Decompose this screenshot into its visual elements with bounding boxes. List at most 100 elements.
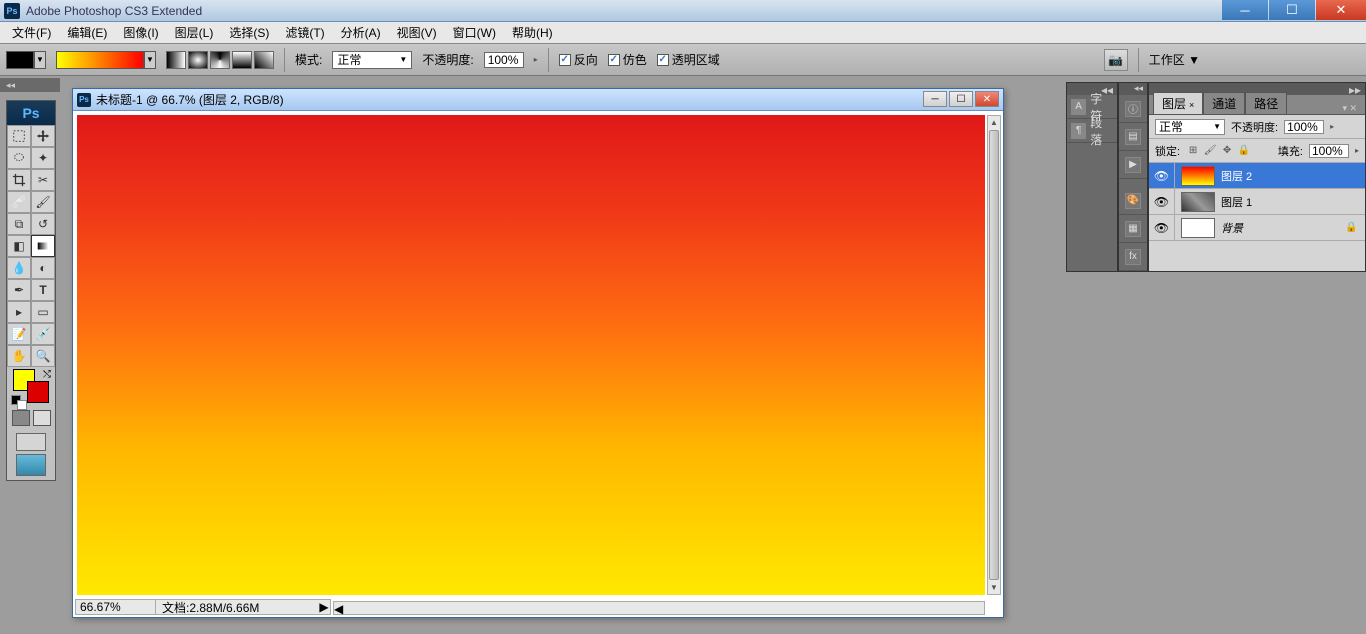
menu-select[interactable]: 选择(S) <box>221 22 277 43</box>
screen-mode-button[interactable] <box>16 433 46 451</box>
dodge-tool[interactable]: ◐ <box>31 257 55 279</box>
workspace-menu[interactable]: 工作区 ▼ <box>1149 51 1360 68</box>
toolbox-collapse-bar[interactable]: ◂◂ <box>0 78 60 92</box>
pen-tool[interactable]: ✒ <box>7 279 31 301</box>
visibility-toggle-icon[interactable]: 👁 <box>1149 215 1175 240</box>
clone-stamp-tool[interactable]: ⧉ <box>7 213 31 235</box>
blend-mode-select[interactable]: 正常▼ <box>332 51 412 69</box>
menu-edit[interactable]: 编辑(E) <box>59 22 115 43</box>
standard-mode-button[interactable] <box>12 410 30 426</box>
shape-tool[interactable]: ▭ <box>31 301 55 323</box>
menu-help[interactable]: 帮助(H) <box>504 22 561 43</box>
vertical-scrollbar[interactable]: ▲ ▼ <box>987 115 1001 595</box>
swap-colors-icon[interactable]: ⤭ <box>43 369 51 380</box>
minimize-button[interactable]: ─ <box>1222 0 1268 20</box>
styles-panel-button[interactable]: fx <box>1119 243 1147 271</box>
type-tool[interactable]: T <box>31 279 55 301</box>
layer-name[interactable]: 背景 <box>1221 220 1345 236</box>
slice-tool[interactable]: ✂ <box>31 169 55 191</box>
layer-thumbnail[interactable] <box>1181 166 1215 186</box>
opacity-slider-icon[interactable]: ▸ <box>1330 122 1334 131</box>
magic-wand-tool[interactable]: ✦ <box>31 147 55 169</box>
tab-layers[interactable]: 图层× <box>1153 92 1203 114</box>
move-tool[interactable] <box>31 125 55 147</box>
gradient-tool[interactable] <box>31 235 55 257</box>
document-info[interactable]: 文档:2.88M/6.66M <box>156 599 318 616</box>
layer-blend-mode-select[interactable]: 正常▼ <box>1155 119 1225 135</box>
menu-view[interactable]: 视图(V) <box>389 22 445 43</box>
eraser-tool[interactable]: ◧ <box>7 235 31 257</box>
icon-dock-collapse[interactable]: ◂◂ <box>1119 83 1147 95</box>
menu-filter[interactable]: 滤镜(T) <box>277 22 332 43</box>
layer-name[interactable]: 图层 1 <box>1221 194 1365 210</box>
swatches-panel-button[interactable]: ▦ <box>1119 215 1147 243</box>
layer-row[interactable]: 👁 图层 1 <box>1149 189 1365 215</box>
doc-minimize-button[interactable]: ─ <box>923 91 947 107</box>
panel-menu-icon[interactable]: ▾ ✕ <box>1338 103 1361 114</box>
navigator-panel-button[interactable]: ⓘ <box>1119 95 1147 123</box>
lock-position-icon[interactable]: ✥ <box>1220 144 1234 158</box>
layer-thumbnail[interactable] <box>1181 218 1215 238</box>
layer-row[interactable]: 👁 背景 🔒 <box>1149 215 1365 241</box>
marquee-tool[interactable] <box>7 125 31 147</box>
lasso-tool[interactable] <box>7 147 31 169</box>
zoom-tool[interactable]: 🔍 <box>31 345 55 367</box>
tool-preset-icon[interactable] <box>6 51 34 69</box>
gradient-radial-button[interactable] <box>188 51 208 69</box>
tool-preset-dropdown[interactable]: ▼ <box>34 51 46 69</box>
tab-channels[interactable]: 通道 <box>1203 92 1245 114</box>
document-titlebar[interactable]: Ps 未标题-1 @ 66.7% (图层 2, RGB/8) ─ ☐ ✕ <box>73 89 1003 111</box>
gradient-reflected-button[interactable] <box>232 51 252 69</box>
gradient-diamond-button[interactable] <box>254 51 274 69</box>
healing-brush-tool[interactable]: 🩹 <box>7 191 31 213</box>
maximize-button[interactable]: ☐ <box>1269 0 1315 20</box>
scroll-up-icon[interactable]: ▲ <box>988 116 1000 129</box>
layer-opacity-input[interactable]: 100% <box>1284 120 1324 134</box>
dither-checkbox[interactable]: ✓仿色 <box>608 51 647 68</box>
color-panel-button[interactable]: 🎨 <box>1119 187 1147 215</box>
opacity-flyout-icon[interactable]: ▸ <box>534 55 538 64</box>
quickmask-mode-button[interactable] <box>33 410 51 426</box>
doc-close-button[interactable]: ✕ <box>975 91 999 107</box>
brush-tool[interactable]: 🖌 <box>31 191 55 213</box>
menu-image[interactable]: 图像(I) <box>115 22 166 43</box>
lock-all-icon[interactable]: 🔒 <box>1237 144 1251 158</box>
menu-window[interactable]: 窗口(W) <box>445 22 504 43</box>
fill-slider-icon[interactable]: ▸ <box>1355 146 1359 155</box>
layer-name[interactable]: 图层 2 <box>1221 168 1365 184</box>
gradient-preview[interactable] <box>56 51 144 69</box>
layer-row[interactable]: 👁 图层 2 <box>1149 163 1365 189</box>
menu-analysis[interactable]: 分析(A) <box>333 22 389 43</box>
close-button[interactable]: ✕ <box>1316 0 1366 20</box>
status-flyout-icon[interactable]: ▶ <box>318 600 330 614</box>
eyedropper-tool[interactable]: 💉 <box>31 323 55 345</box>
layer-thumbnail[interactable] <box>1181 192 1215 212</box>
reverse-checkbox[interactable]: ✓反向 <box>559 51 598 68</box>
scroll-left-icon[interactable]: ◀ <box>334 602 347 616</box>
gradient-picker-dropdown[interactable]: ▼ <box>144 51 156 69</box>
background-color[interactable] <box>27 381 49 403</box>
visibility-toggle-icon[interactable]: 👁 <box>1149 189 1175 214</box>
change-screen-button[interactable] <box>16 454 46 476</box>
menu-file[interactable]: 文件(F) <box>4 22 59 43</box>
opacity-input[interactable]: 100% <box>484 52 524 68</box>
path-select-tool[interactable]: ▸ <box>7 301 31 323</box>
crop-tool[interactable] <box>7 169 31 191</box>
blur-tool[interactable]: 💧 <box>7 257 31 279</box>
paragraph-panel-button[interactable]: ¶ 段落 <box>1067 119 1117 143</box>
tab-paths[interactable]: 路径 <box>1245 92 1287 114</box>
doc-maximize-button[interactable]: ☐ <box>949 91 973 107</box>
menu-layer[interactable]: 图层(L) <box>167 22 222 43</box>
lock-pixels-icon[interactable]: 🖌 <box>1203 144 1217 158</box>
scroll-thumb[interactable] <box>989 130 999 580</box>
visibility-toggle-icon[interactable]: 👁 <box>1149 163 1175 188</box>
history-panel-button[interactable]: ▶ <box>1119 151 1147 179</box>
history-brush-tool[interactable]: ↺ <box>31 213 55 235</box>
bridge-button[interactable]: 📷 <box>1104 49 1128 71</box>
zoom-level[interactable]: 66.67% <box>76 600 156 614</box>
canvas[interactable] <box>77 115 985 595</box>
fill-input[interactable]: 100% <box>1309 144 1349 158</box>
lock-transparency-icon[interactable]: ⊞ <box>1186 144 1200 158</box>
horizontal-scrollbar[interactable]: ◀ <box>333 601 985 615</box>
transparency-checkbox[interactable]: ✓透明区域 <box>657 51 720 68</box>
